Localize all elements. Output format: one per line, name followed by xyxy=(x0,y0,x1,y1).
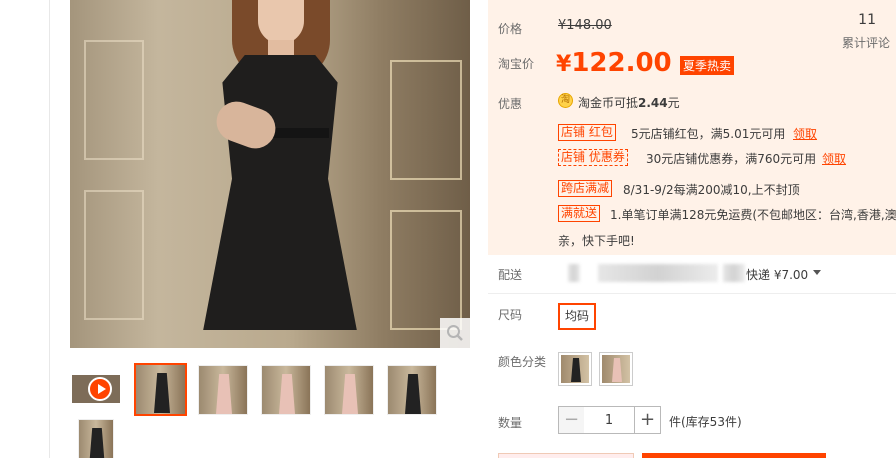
color-swatch-pink[interactable] xyxy=(599,352,633,386)
cross-store-discount-text: 8/31-9/2每满200减10,上不封顶 xyxy=(623,183,800,197)
video-thumbnail xyxy=(72,375,120,403)
add-to-cart-button[interactable] xyxy=(642,453,826,458)
left-border xyxy=(49,0,50,458)
claim-coupon-link[interactable]: 领取 xyxy=(822,150,846,167)
shop-coupon-text: 30元店铺优惠券，满760元可用 xyxy=(646,152,817,166)
quantity-increment-button[interactable]: + xyxy=(634,406,661,434)
original-price: ¥148.00 xyxy=(558,18,612,33)
blurred-location xyxy=(568,264,580,282)
thumbnail-black-dress-side[interactable] xyxy=(387,365,437,415)
claim-red-packet-link[interactable]: 领取 xyxy=(793,125,817,142)
main-product-image[interactable] xyxy=(70,0,470,348)
black-dress xyxy=(203,55,357,330)
delivery-method[interactable]: 快递 ¥7.00 xyxy=(746,266,808,283)
comment-count[interactable]: 11 xyxy=(858,12,876,28)
color-swatch-black[interactable] xyxy=(558,352,592,386)
quantity-decrement-button[interactable]: − xyxy=(558,406,585,434)
divider xyxy=(488,293,896,294)
zoom-icon[interactable] xyxy=(440,318,470,348)
shop-red-packet-tag: 店铺 红包 xyxy=(558,124,616,141)
wall-panel xyxy=(390,210,462,330)
blurred-location xyxy=(598,264,718,282)
taobao-price-label: 淘宝价 xyxy=(498,57,535,71)
shop-coupon-tag: 店铺 优惠券 xyxy=(558,149,628,166)
free-gift-text-line2: 亲，快下手吧! xyxy=(558,234,635,248)
product-info: 价格 ¥148.00 11 累计评论 淘宝价 ¥122.00 夏季热卖 优惠 淘… xyxy=(488,0,896,458)
thumbnail-black-dress-detail[interactable] xyxy=(78,419,114,458)
play-icon[interactable] xyxy=(88,377,112,401)
coin-deduction-text: 淘金币可抵2.44元 xyxy=(578,96,680,110)
quantity-input[interactable] xyxy=(584,406,634,434)
free-gift-tag: 满就送 xyxy=(558,205,601,222)
free-gift-text: 1.单笔订单满128元免运费(不包邮地区：台湾,香港,澳 xyxy=(610,208,896,222)
size-option-one-size[interactable]: 均码 xyxy=(558,303,597,330)
price-label: 价格 xyxy=(498,22,523,36)
season-sale-badge: 夏季热卖 xyxy=(680,56,735,75)
price-box: 价格 ¥148.00 11 累计评论 淘宝价 ¥122.00 夏季热卖 优惠 淘… xyxy=(488,0,896,255)
thumbnail-video[interactable] xyxy=(70,363,120,413)
delivery-label: 配送 xyxy=(498,268,523,282)
shop-red-packet-text: 5元店铺红包，满5.01元可用 xyxy=(631,127,786,141)
wall-panel xyxy=(84,190,144,320)
thumbnail-pink-dress-front[interactable] xyxy=(198,365,248,415)
buy-now-button[interactable] xyxy=(498,453,634,458)
promo-price: ¥122.00 xyxy=(556,48,672,78)
thumbnail-black-dress-front[interactable] xyxy=(134,363,187,416)
thumbnail-pink-dress-walk[interactable] xyxy=(324,365,374,415)
cross-store-discount-tag: 跨店满减 xyxy=(558,180,613,197)
wall-panel xyxy=(84,40,144,160)
size-label: 尺码 xyxy=(498,308,523,322)
comment-label[interactable]: 累计评论 xyxy=(842,34,890,51)
promotions-label: 优惠 xyxy=(498,97,523,111)
thumbnail-pink-dress-side[interactable] xyxy=(261,365,311,415)
color-label: 颜色分类 xyxy=(498,355,547,369)
stock-text: 件(库存53件) xyxy=(669,415,742,429)
taobao-coin-icon: 淘 xyxy=(558,93,573,108)
chevron-down-icon[interactable] xyxy=(813,270,821,275)
blurred-location xyxy=(723,264,745,282)
model-face xyxy=(258,0,304,44)
wall-panel xyxy=(390,60,462,180)
quantity-label: 数量 xyxy=(498,416,523,430)
